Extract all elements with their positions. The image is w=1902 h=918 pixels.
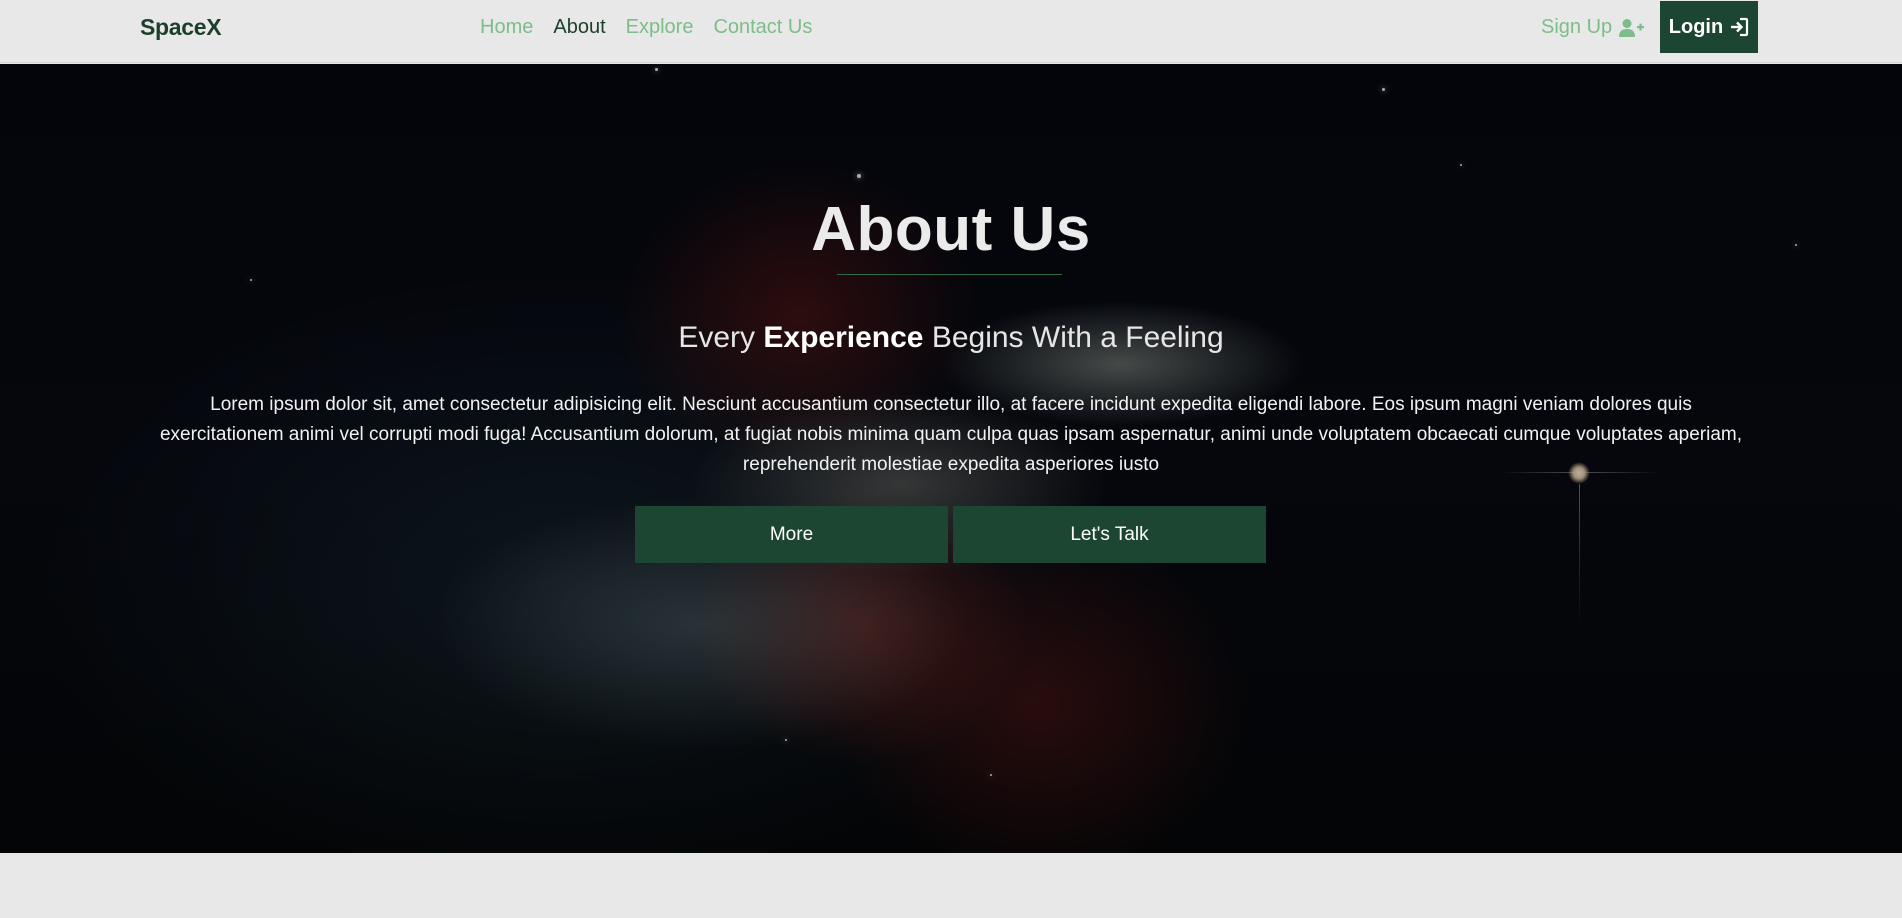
hero-content: About Us Every Experience Begins With a …: [0, 64, 1902, 853]
page-title: About Us: [811, 195, 1091, 264]
hero-subtitle: Every Experience Begins With a Feeling: [0, 321, 1902, 355]
subtitle-suffix: Begins With a Feeling: [923, 321, 1224, 354]
sign-in-icon: [1729, 17, 1749, 37]
nav-link-explore[interactable]: Explore: [626, 16, 694, 39]
user-plus-icon: [1618, 18, 1645, 38]
nav-links: Home About Explore Contact Us: [480, 16, 812, 39]
hero-description: Lorem ipsum dolor sit, amet consectetur …: [159, 394, 1743, 475]
nav-link-about[interactable]: About: [553, 16, 605, 39]
signup-label: Sign Up: [1541, 16, 1613, 38]
hero-buttons: More Let's Talk: [635, 506, 1266, 563]
navbar: SpaceX Home About Explore Contact Us Sig…: [0, 0, 1902, 63]
nav-link-home[interactable]: Home: [480, 16, 533, 39]
nav-link-contact[interactable]: Contact Us: [713, 16, 812, 39]
login-label: Login: [1668, 15, 1724, 38]
lets-talk-button[interactable]: Let's Talk: [953, 506, 1266, 563]
footer-strip: [0, 853, 1902, 918]
brand-logo[interactable]: SpaceX: [140, 14, 222, 41]
more-button[interactable]: More: [635, 506, 948, 563]
signup-link[interactable]: Sign Up: [1541, 16, 1645, 39]
hero-section: About Us Every Experience Begins With a …: [0, 64, 1902, 853]
subtitle-emphasis: Experience: [763, 321, 924, 354]
title-underline: [837, 274, 1062, 275]
login-button[interactable]: Login: [1660, 1, 1758, 53]
subtitle-prefix: Every: [678, 321, 764, 354]
